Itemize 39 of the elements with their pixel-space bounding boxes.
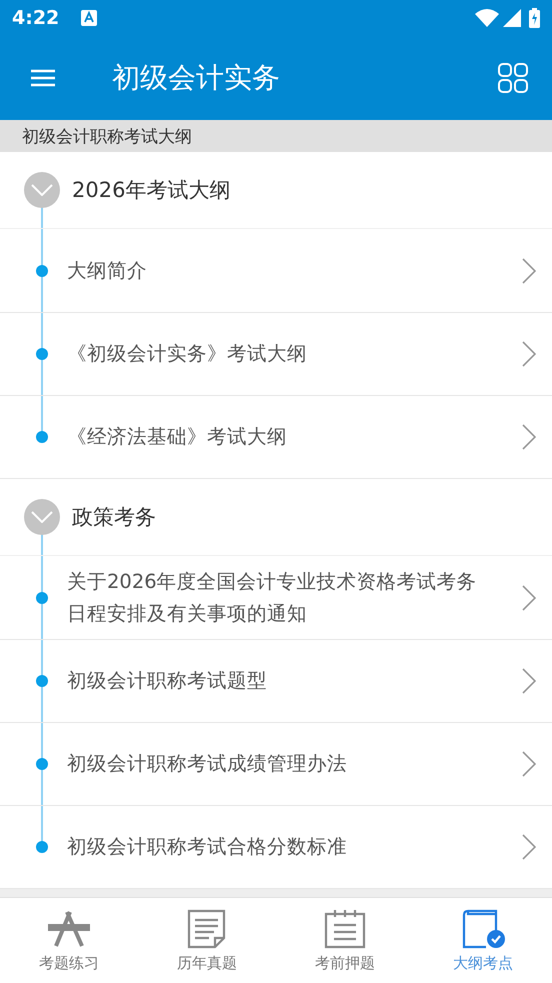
chevron-right-icon — [522, 341, 536, 367]
timeline-dot — [36, 431, 48, 443]
outline-item[interactable]: 初级会计职称考试题型 — [0, 639, 552, 722]
section-title: 2026年考试大纲 — [72, 177, 230, 204]
notepad-icon — [322, 908, 368, 950]
outline-item[interactable]: 初级会计职称考试合格分数标准 — [0, 805, 552, 888]
timeline-dot — [36, 758, 48, 770]
chevron-right-icon — [522, 668, 536, 694]
collapse-icon — [24, 172, 60, 208]
wifi-icon — [475, 9, 499, 27]
collapse-icon — [24, 499, 60, 535]
section-title: 政策考务 — [72, 504, 156, 531]
section-header[interactable]: 2026年考试大纲 — [0, 152, 552, 229]
keyboard-icon — [81, 10, 98, 26]
outline-item[interactable]: 大纲简介 — [0, 229, 552, 312]
menu-icon[interactable] — [30, 68, 56, 88]
chevron-right-icon — [522, 584, 536, 610]
chevron-right-icon — [522, 424, 536, 450]
timeline-dot — [36, 841, 48, 853]
book-check-icon — [460, 908, 506, 950]
grid-icon[interactable] — [498, 63, 528, 93]
timeline-dot — [36, 592, 48, 604]
status-time: 4:22 — [12, 7, 60, 29]
app-store-icon — [46, 908, 92, 950]
chevron-right-icon — [522, 751, 536, 777]
timeline-dot — [36, 348, 48, 360]
app-title: 初级会计实务 — [112, 60, 281, 96]
chevron-right-icon — [522, 834, 536, 860]
section-header[interactable]: 政策考务 — [0, 479, 552, 556]
signal-icon — [503, 9, 521, 27]
outline-item[interactable]: 关于2026年度全国会计专业技术资格考试考务日程安排及有关事项的通知 — [0, 556, 552, 639]
outline-item[interactable]: 《初级会计实务》考试大纲 — [0, 312, 552, 395]
outline-item[interactable]: 初级会计职称考试成绩管理办法 — [0, 722, 552, 805]
timeline-dot — [36, 264, 48, 276]
category-header: 初级会计职称考试大纲 — [22, 126, 192, 148]
chevron-right-icon — [522, 258, 536, 284]
outline-item[interactable]: 《经济法基础》考试大纲 — [0, 395, 552, 478]
timeline-dot — [36, 675, 48, 687]
battery-icon — [529, 8, 540, 28]
